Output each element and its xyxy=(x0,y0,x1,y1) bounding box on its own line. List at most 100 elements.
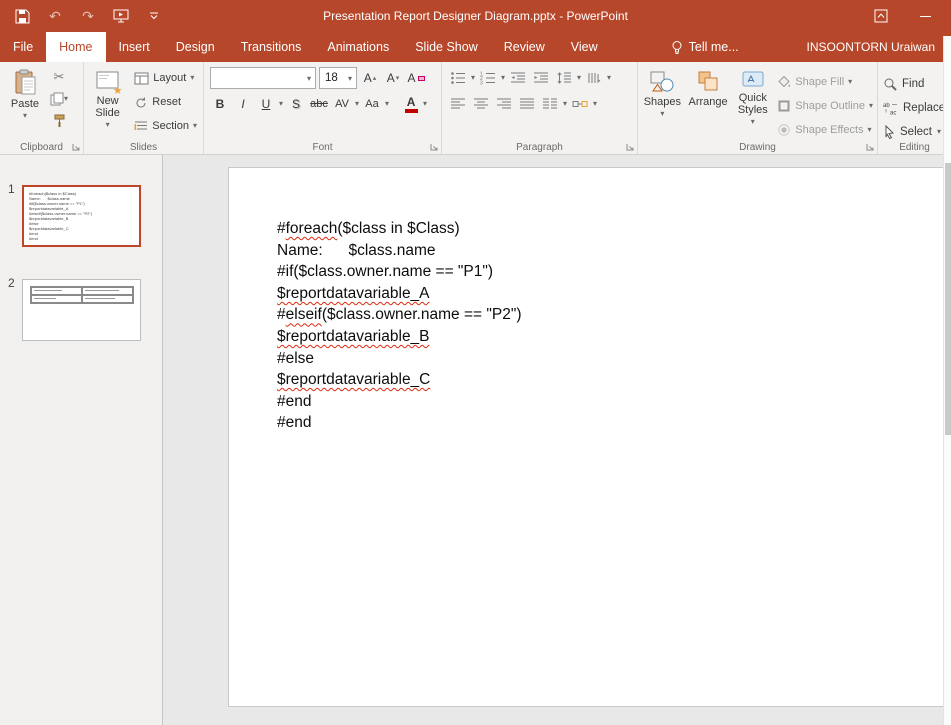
text-direction-button[interactable] xyxy=(584,68,604,88)
slide-text-line: $reportdatavariable_C xyxy=(277,369,522,391)
font-size-select[interactable]: 18 ▾ xyxy=(319,67,357,89)
paste-button[interactable]: Paste ▾ xyxy=(3,65,47,137)
align-left-button[interactable] xyxy=(448,94,468,114)
ribbon-display-options-icon[interactable] xyxy=(872,7,890,25)
line-spacing-button[interactable] xyxy=(554,68,574,88)
dropdown-caret: ▾ xyxy=(190,74,194,82)
tab-review[interactable]: Review xyxy=(491,32,558,62)
dropdown-caret: ▾ xyxy=(471,74,475,82)
font-color-button[interactable]: A xyxy=(402,96,420,113)
vertical-scrollbar[interactable] xyxy=(943,36,951,725)
font-dialog-launcher[interactable] xyxy=(430,143,439,152)
eraser-icon xyxy=(418,76,425,81)
slide-text-line: #elseif($class.owner.name == "P2") xyxy=(277,304,522,326)
shape-fill-button[interactable]: Shape Fill ▾ xyxy=(775,71,875,93)
cut-button[interactable]: ✂ xyxy=(49,67,69,87)
increase-indent-button[interactable] xyxy=(531,68,551,88)
slide-2-thumbnail[interactable] xyxy=(22,279,141,341)
redo-icon[interactable]: ↷ xyxy=(79,7,97,25)
tab-transitions[interactable]: Transitions xyxy=(228,32,315,62)
arrange-button[interactable]: Arrange xyxy=(686,65,731,137)
shape-outline-button[interactable]: Shape Outline ▾ xyxy=(775,95,875,117)
user-account[interactable]: INSOONTORN Uraiwan xyxy=(807,32,935,62)
shapes-button[interactable]: Shapes ▾ xyxy=(641,65,684,137)
tab-design[interactable]: Design xyxy=(163,32,228,62)
underline-button[interactable]: U xyxy=(256,94,276,114)
title-bar: ↶ ↷ Presentation Report Designer Diagram… xyxy=(0,0,951,32)
reset-button[interactable]: Reset xyxy=(130,91,201,113)
slide-canvas[interactable]: #foreach($class in $Class)Name: $class.n… xyxy=(164,155,951,725)
clipboard-dialog-launcher[interactable] xyxy=(72,143,81,152)
decrease-indent-button[interactable] xyxy=(508,68,528,88)
tab-animations[interactable]: Animations xyxy=(314,32,402,62)
replace-button[interactable]: abac Replace xyxy=(881,97,949,119)
replace-icon: abac xyxy=(883,101,898,115)
customize-qat-icon[interactable] xyxy=(145,7,163,25)
shape-outline-label: Shape Outline xyxy=(795,100,865,112)
workspace: 1 #foreach($class in $Class)Name: $class… xyxy=(0,155,951,725)
increase-font-size-button[interactable]: A▴ xyxy=(360,68,380,88)
ribbon-tab-bar: File Home Insert Design Transitions Anim… xyxy=(0,32,951,62)
start-slideshow-icon[interactable] xyxy=(112,7,130,25)
paragraph-dialog-launcher[interactable] xyxy=(626,143,635,152)
columns-button[interactable] xyxy=(540,94,560,114)
scrollbar-thumb[interactable] xyxy=(945,163,951,435)
slide-1-number: 1 xyxy=(8,182,15,196)
slide-text[interactable]: #foreach($class in $Class)Name: $class.n… xyxy=(277,218,522,434)
copy-button[interactable]: ▾ xyxy=(49,89,69,109)
format-painter-icon[interactable] xyxy=(49,111,69,131)
select-button[interactable]: Select ▾ xyxy=(881,121,949,143)
sparkle-icon: ★ xyxy=(113,84,123,97)
editing-group-label: Editing xyxy=(878,142,951,153)
new-slide-button[interactable]: ★ New Slide ▾ xyxy=(87,65,128,137)
strikethrough-button[interactable]: abc xyxy=(309,94,329,114)
slide-thumbnail-panel: 1 #foreach($class in $Class)Name: $class… xyxy=(0,155,163,725)
layout-button[interactable]: Layout ▾ xyxy=(130,67,201,89)
align-center-button[interactable] xyxy=(471,94,491,114)
convert-to-smartart-button[interactable] xyxy=(570,94,590,114)
slide-text-line: #else xyxy=(277,348,522,370)
section-button[interactable]: Section ▾ xyxy=(130,115,201,137)
shape-effects-button[interactable]: Shape Effects ▾ xyxy=(775,119,875,141)
tell-me-label: Tell me... xyxy=(689,40,739,54)
drawing-dialog-launcher[interactable] xyxy=(866,143,875,152)
justify-button[interactable] xyxy=(517,94,537,114)
text-shadow-button[interactable]: S xyxy=(286,94,306,114)
dropdown-caret: ▾ xyxy=(346,74,354,83)
slide-1-thumbnail[interactable]: #foreach($class in $Class)Name: $class.n… xyxy=(22,185,141,247)
tab-view[interactable]: View xyxy=(558,32,611,62)
tab-home[interactable]: Home xyxy=(46,32,105,62)
font-name-select[interactable]: ▾ xyxy=(210,67,316,89)
dropdown-caret: ▾ xyxy=(868,126,872,134)
drawing-group: Shapes ▾ Arrange Quick Styles ▾ xyxy=(638,62,878,154)
tab-insert[interactable]: Insert xyxy=(106,32,163,62)
shape-effects-icon xyxy=(777,123,791,137)
find-button[interactable]: Find xyxy=(881,73,949,95)
save-icon[interactable] xyxy=(13,7,31,25)
font-size-value: 18 xyxy=(325,72,338,84)
bullets-button[interactable] xyxy=(448,68,468,88)
quick-styles-button[interactable]: Quick Styles ▾ xyxy=(732,65,773,137)
font-color-letter: A xyxy=(407,96,416,108)
minimize-button[interactable] xyxy=(920,16,931,17)
dropdown-caret: ▾ xyxy=(501,74,505,82)
slide-text-line: $reportdatavariable_B xyxy=(277,326,522,348)
decrease-font-size-button[interactable]: A▾ xyxy=(383,68,403,88)
tell-me-box[interactable]: Tell me... xyxy=(671,32,739,62)
tab-slide-show[interactable]: Slide Show xyxy=(402,32,491,62)
clear-formatting-button[interactable]: A xyxy=(406,68,426,88)
align-right-button[interactable] xyxy=(494,94,514,114)
numbering-button[interactable]: 123 xyxy=(478,68,498,88)
change-case-button[interactable]: Aa xyxy=(362,94,382,114)
undo-icon[interactable]: ↶ xyxy=(46,7,64,25)
italic-button[interactable]: I xyxy=(233,94,253,114)
dropdown-caret: ▾ xyxy=(751,118,755,126)
character-spacing-button[interactable]: AV xyxy=(332,94,352,114)
svg-text:ab: ab xyxy=(883,103,890,109)
shape-outline-icon xyxy=(777,99,791,113)
svg-text:ac: ac xyxy=(890,111,896,116)
tab-file[interactable]: File xyxy=(0,32,46,62)
bold-button[interactable]: B xyxy=(210,94,230,114)
current-slide[interactable]: #foreach($class in $Class)Name: $class.n… xyxy=(229,168,951,706)
quick-access-toolbar: ↶ ↷ xyxy=(0,7,163,25)
